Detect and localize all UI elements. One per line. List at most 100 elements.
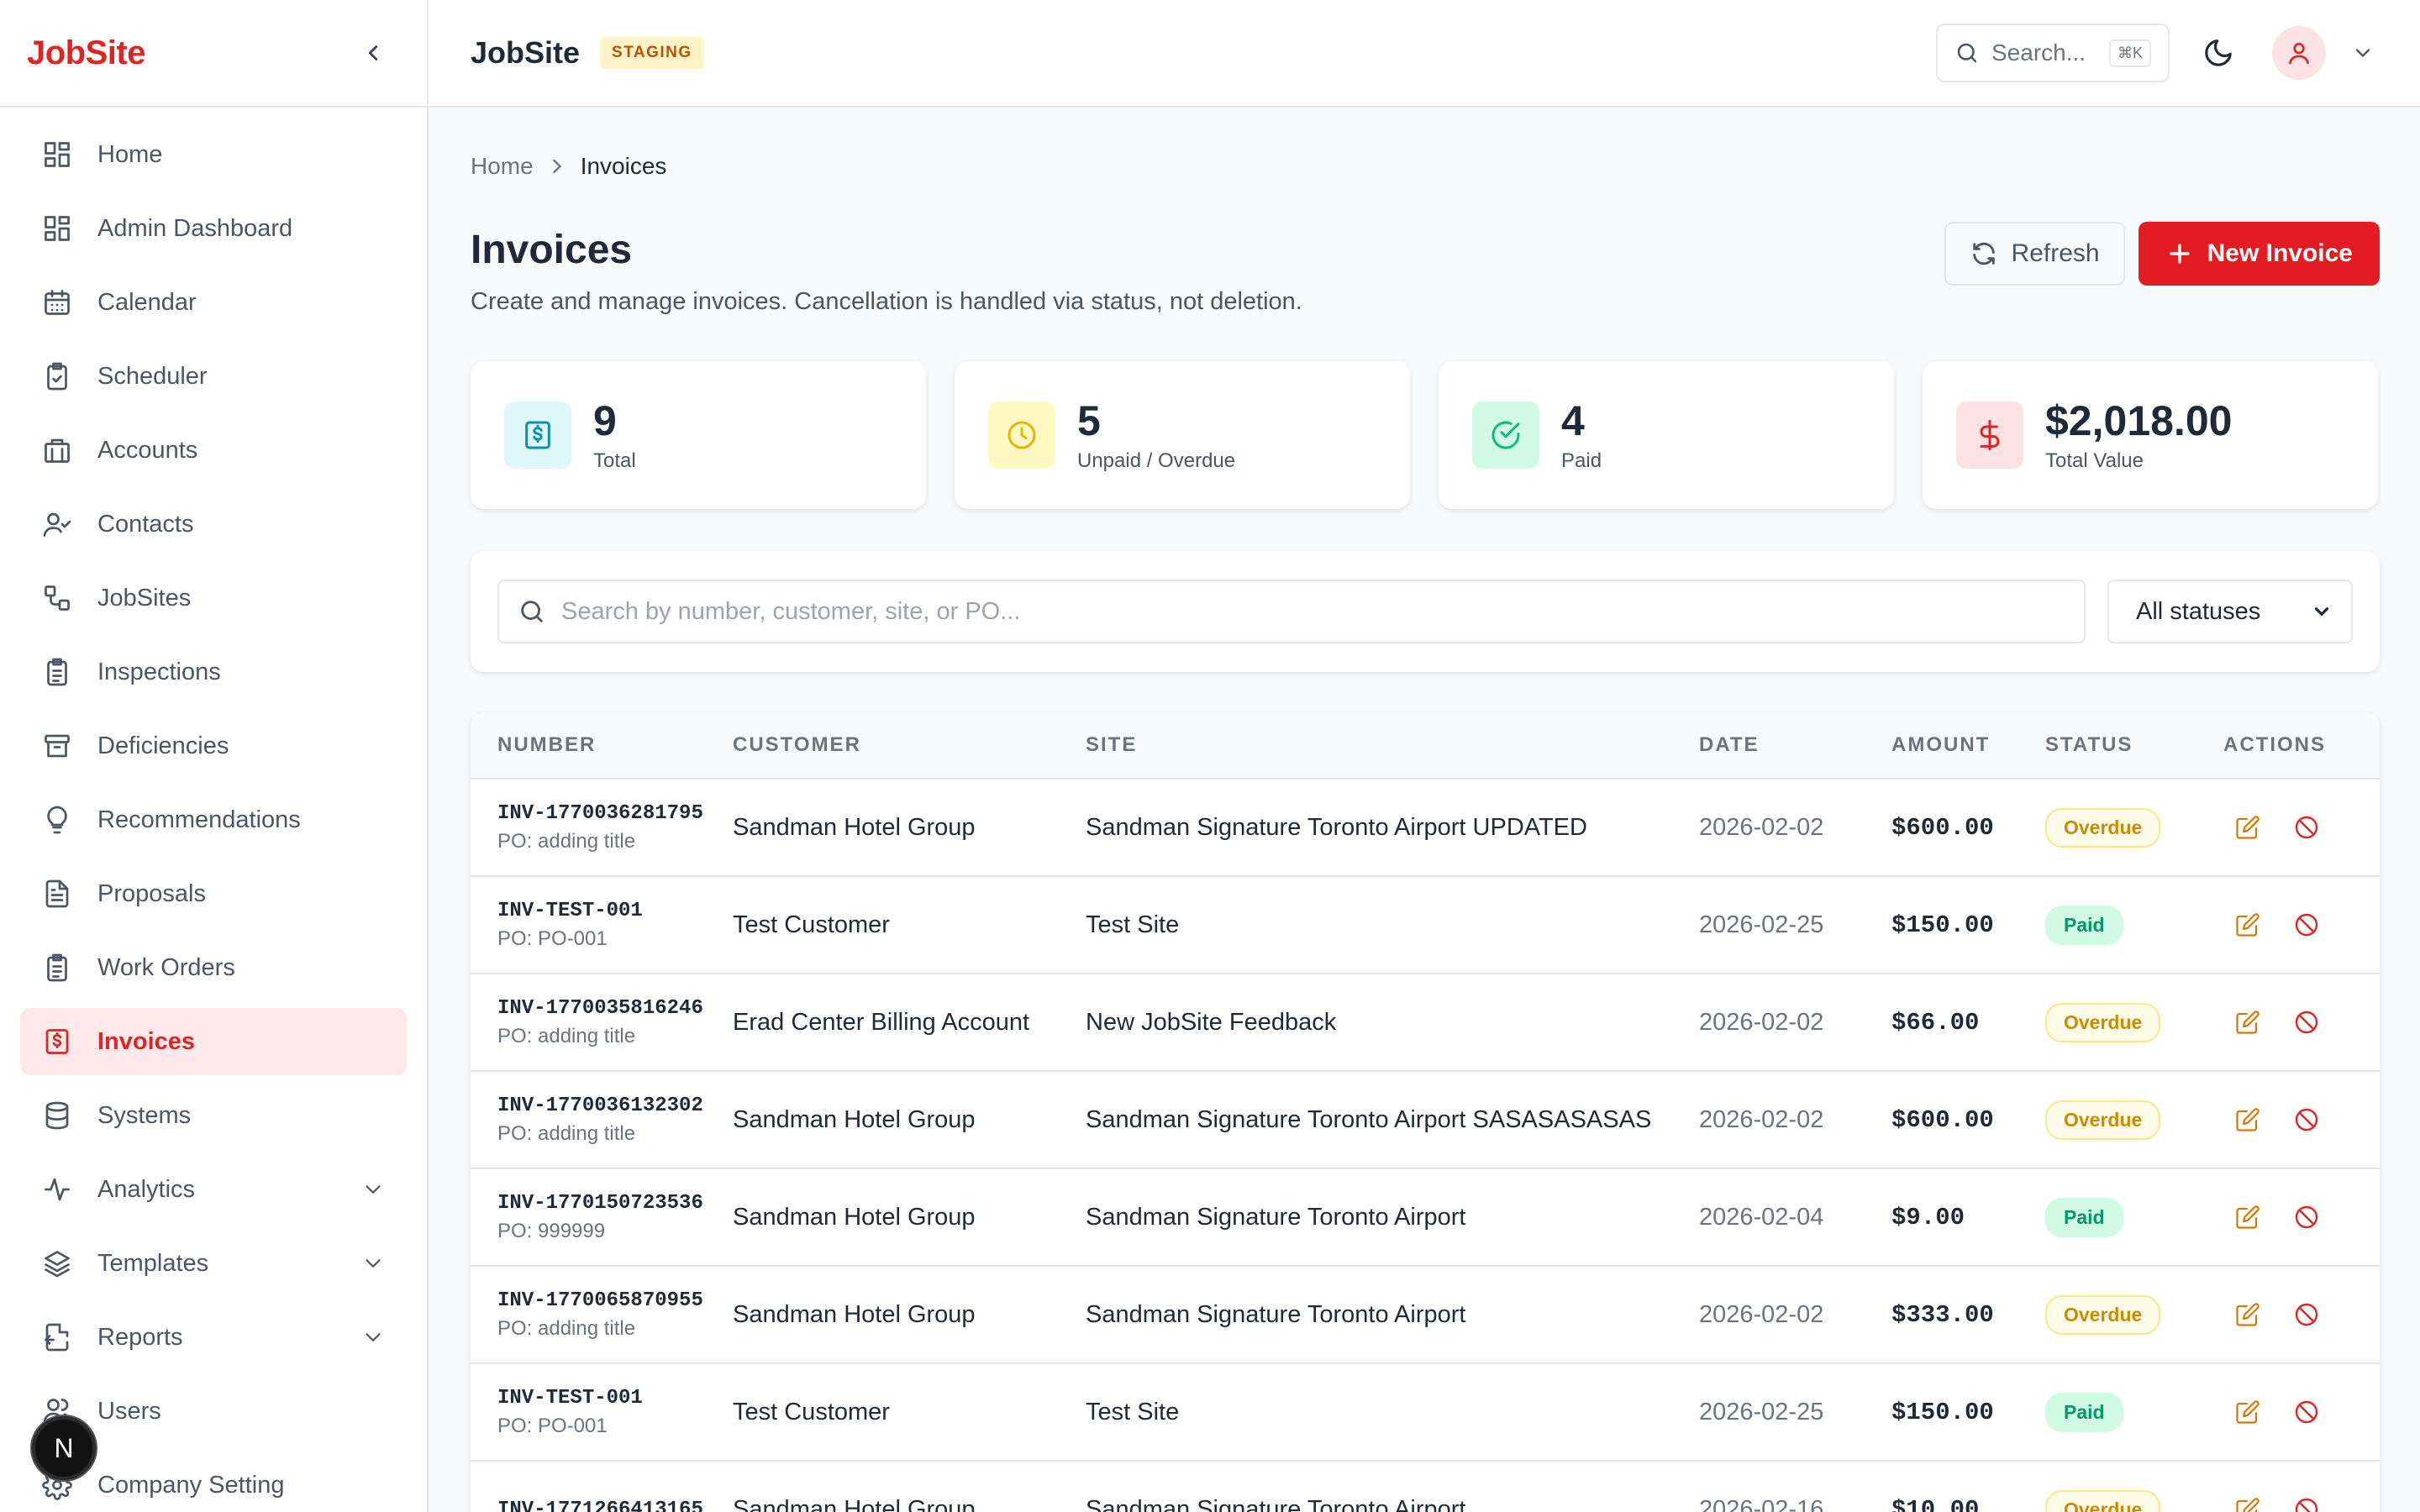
invoice-number[interactable]: INV-1770036132302 xyxy=(497,1095,733,1117)
table-row[interactable]: INV-1770065870955 PO: adding title Sandman… xyxy=(471,1267,2380,1364)
invoice-number[interactable]: INV-1770150723536 xyxy=(497,1192,733,1215)
brand-logo[interactable]: JobSite xyxy=(27,34,145,72)
invoice-site: Sandman Signature Toronto Airport SASASA… xyxy=(1086,1105,1652,1133)
table-row[interactable]: INV-1770150723536 PO: 999999 Sandman Hotel… xyxy=(471,1169,2380,1267)
floating-avatar[interactable]: N xyxy=(32,1416,96,1480)
breadcrumb-current: Invoices xyxy=(580,153,667,179)
invoice-amount: $600.00 xyxy=(1891,1105,1994,1134)
status-badge: Overdue xyxy=(2045,807,2161,848)
status-filter-select[interactable]: All statuses xyxy=(2107,580,2353,643)
sidebar-item-proposals[interactable]: Proposals xyxy=(20,860,407,927)
sidebar-item-accounts[interactable]: Accounts xyxy=(20,417,407,484)
invoice-po: PO: PO-001 xyxy=(497,927,608,950)
table-row[interactable]: INV-1771266413165 Sandman Hotel Group Sand… xyxy=(471,1462,2380,1512)
invoice-number[interactable]: INV-TEST-001 xyxy=(497,1387,733,1410)
chevron-left-icon[interactable] xyxy=(356,36,390,70)
edit-icon[interactable] xyxy=(2233,1495,2262,1512)
sidebar-item-analytics[interactable]: Analytics xyxy=(20,1156,407,1223)
invoice-customer: Erad Center Billing Account xyxy=(733,1008,1030,1036)
database-icon xyxy=(40,1099,74,1132)
invoice-site: Sandman Signature Toronto Airport xyxy=(1086,1203,1466,1231)
new-invoice-button[interactable]: New Invoice xyxy=(2138,222,2380,286)
global-search[interactable]: Search... ⌘K xyxy=(1936,24,2170,82)
sidebar-item-systems[interactable]: Systems xyxy=(20,1082,407,1149)
edit-icon[interactable] xyxy=(2233,1105,2262,1134)
table-row[interactable]: INV-1770036132302 PO: adding title Sandman… xyxy=(471,1072,2380,1169)
edit-icon[interactable] xyxy=(2233,1398,2262,1426)
user-avatar[interactable] xyxy=(2272,26,2326,80)
sidebar-item-templates[interactable]: Templates xyxy=(20,1230,407,1297)
sidebar-item-label: Users xyxy=(97,1397,161,1425)
check-circle-icon xyxy=(1472,402,1539,469)
table-row[interactable]: INV-1770036281795 PO: adding title Sandman… xyxy=(471,780,2380,877)
stat-value: 5 xyxy=(1077,396,1101,444)
sidebar-item-scheduler[interactable]: Scheduler xyxy=(20,343,407,410)
invoice-number[interactable]: INV-1770036281795 xyxy=(497,802,733,825)
ban-icon[interactable] xyxy=(2292,911,2321,939)
chevron-down-icon[interactable] xyxy=(2346,36,2380,70)
env-badge: STAGING xyxy=(600,37,704,69)
sidebar-item-inspections[interactable]: Inspections xyxy=(20,638,407,706)
page-subtitle: Create and manage invoices. Cancellation… xyxy=(471,288,1302,315)
sidebar-item-invoices[interactable]: Invoices xyxy=(20,1008,407,1075)
refresh-button[interactable]: Refresh xyxy=(1944,222,2125,286)
status-badge: Overdue xyxy=(2045,1489,2161,1512)
table-row[interactable]: INV-1770035816246 PO: adding title Erad Ce… xyxy=(471,974,2380,1072)
sidebar-item-admin-dashboard[interactable]: Admin Dashboard xyxy=(20,195,407,262)
refresh-icon xyxy=(1970,239,1998,268)
invoice-number[interactable]: INV-1771266413165 xyxy=(497,1499,733,1512)
status-badge: Paid xyxy=(2045,1197,2123,1237)
invoice-number[interactable]: INV-1770035816246 xyxy=(497,997,733,1020)
edit-icon[interactable] xyxy=(2233,1008,2262,1037)
building-icon xyxy=(40,433,74,467)
sidebar-item-label: JobSites xyxy=(97,584,192,612)
sidebar-item-contacts[interactable]: Contacts xyxy=(20,491,407,558)
sidebar-item-label: Recommendations xyxy=(97,806,301,833)
sidebar-item-home[interactable]: Home xyxy=(20,121,407,188)
sidebar-item-recommendations[interactable]: Recommendations xyxy=(20,786,407,853)
sidebar-item-work-orders[interactable]: Work Orders xyxy=(20,934,407,1001)
sidebar-item-deficiencies[interactable]: Deficiencies xyxy=(20,712,407,780)
column-header-customer: CUSTOMER xyxy=(733,733,861,756)
chevron-down-icon[interactable] xyxy=(360,1324,387,1351)
sidebar-item-label: Scheduler xyxy=(97,362,208,390)
ban-icon[interactable] xyxy=(2292,813,2321,842)
sidebar-item-jobsites[interactable]: JobSites xyxy=(20,564,407,632)
stat-value: $2,018.00 xyxy=(2045,396,2233,444)
table-row[interactable]: INV-TEST-001 PO: PO-001 Test Customer Test … xyxy=(471,1364,2380,1462)
chevron-down-icon[interactable] xyxy=(360,1176,387,1203)
chevron-down-icon[interactable] xyxy=(360,1250,387,1277)
ban-icon[interactable] xyxy=(2292,1008,2321,1037)
sidebar-item-label: Reports xyxy=(97,1323,183,1351)
plus-icon xyxy=(2165,239,2194,268)
edit-icon[interactable] xyxy=(2233,1300,2262,1329)
ban-icon[interactable] xyxy=(2292,1105,2321,1134)
invoice-number[interactable]: INV-TEST-001 xyxy=(497,900,733,922)
column-header-amount: AMOUNT xyxy=(1891,733,1991,756)
sidebar-item-label: Admin Dashboard xyxy=(97,214,293,242)
edit-icon[interactable] xyxy=(2233,813,2262,842)
moon-icon[interactable] xyxy=(2195,29,2242,76)
invoice-po: PO: 999999 xyxy=(497,1219,606,1242)
invoice-date: 2026-02-02 xyxy=(1699,1105,1824,1133)
table-row[interactable]: INV-TEST-001 PO: PO-001 Test Customer Test … xyxy=(471,877,2380,974)
breadcrumb-home[interactable]: Home xyxy=(471,153,534,180)
sidebar-item-reports[interactable]: Reports xyxy=(20,1304,407,1371)
edit-icon[interactable] xyxy=(2233,911,2262,939)
ban-icon[interactable] xyxy=(2292,1203,2321,1231)
invoice-customer: Sandman Hotel Group xyxy=(733,1300,976,1328)
ban-icon[interactable] xyxy=(2292,1300,2321,1329)
invoice-search-input[interactable]: Search by number, customer, site, or PO.… xyxy=(497,580,2086,643)
edit-icon[interactable] xyxy=(2233,1203,2262,1231)
global-search-placeholder: Search... xyxy=(1991,39,2086,66)
invoice-number[interactable]: INV-1770065870955 xyxy=(497,1289,733,1312)
search-icon xyxy=(518,597,546,626)
ban-icon[interactable] xyxy=(2292,1398,2321,1426)
sidebar-item-calendar[interactable]: Calendar xyxy=(20,269,407,336)
invoice-po: PO: adding title xyxy=(497,1121,636,1145)
invoice-customer: Sandman Hotel Group xyxy=(733,1105,976,1133)
sidebar-item-label: Company Setting xyxy=(97,1471,285,1499)
breadcrumb: Home Invoices xyxy=(471,108,2380,222)
ban-icon[interactable] xyxy=(2292,1495,2321,1512)
chevron-down-icon xyxy=(2311,601,2333,622)
